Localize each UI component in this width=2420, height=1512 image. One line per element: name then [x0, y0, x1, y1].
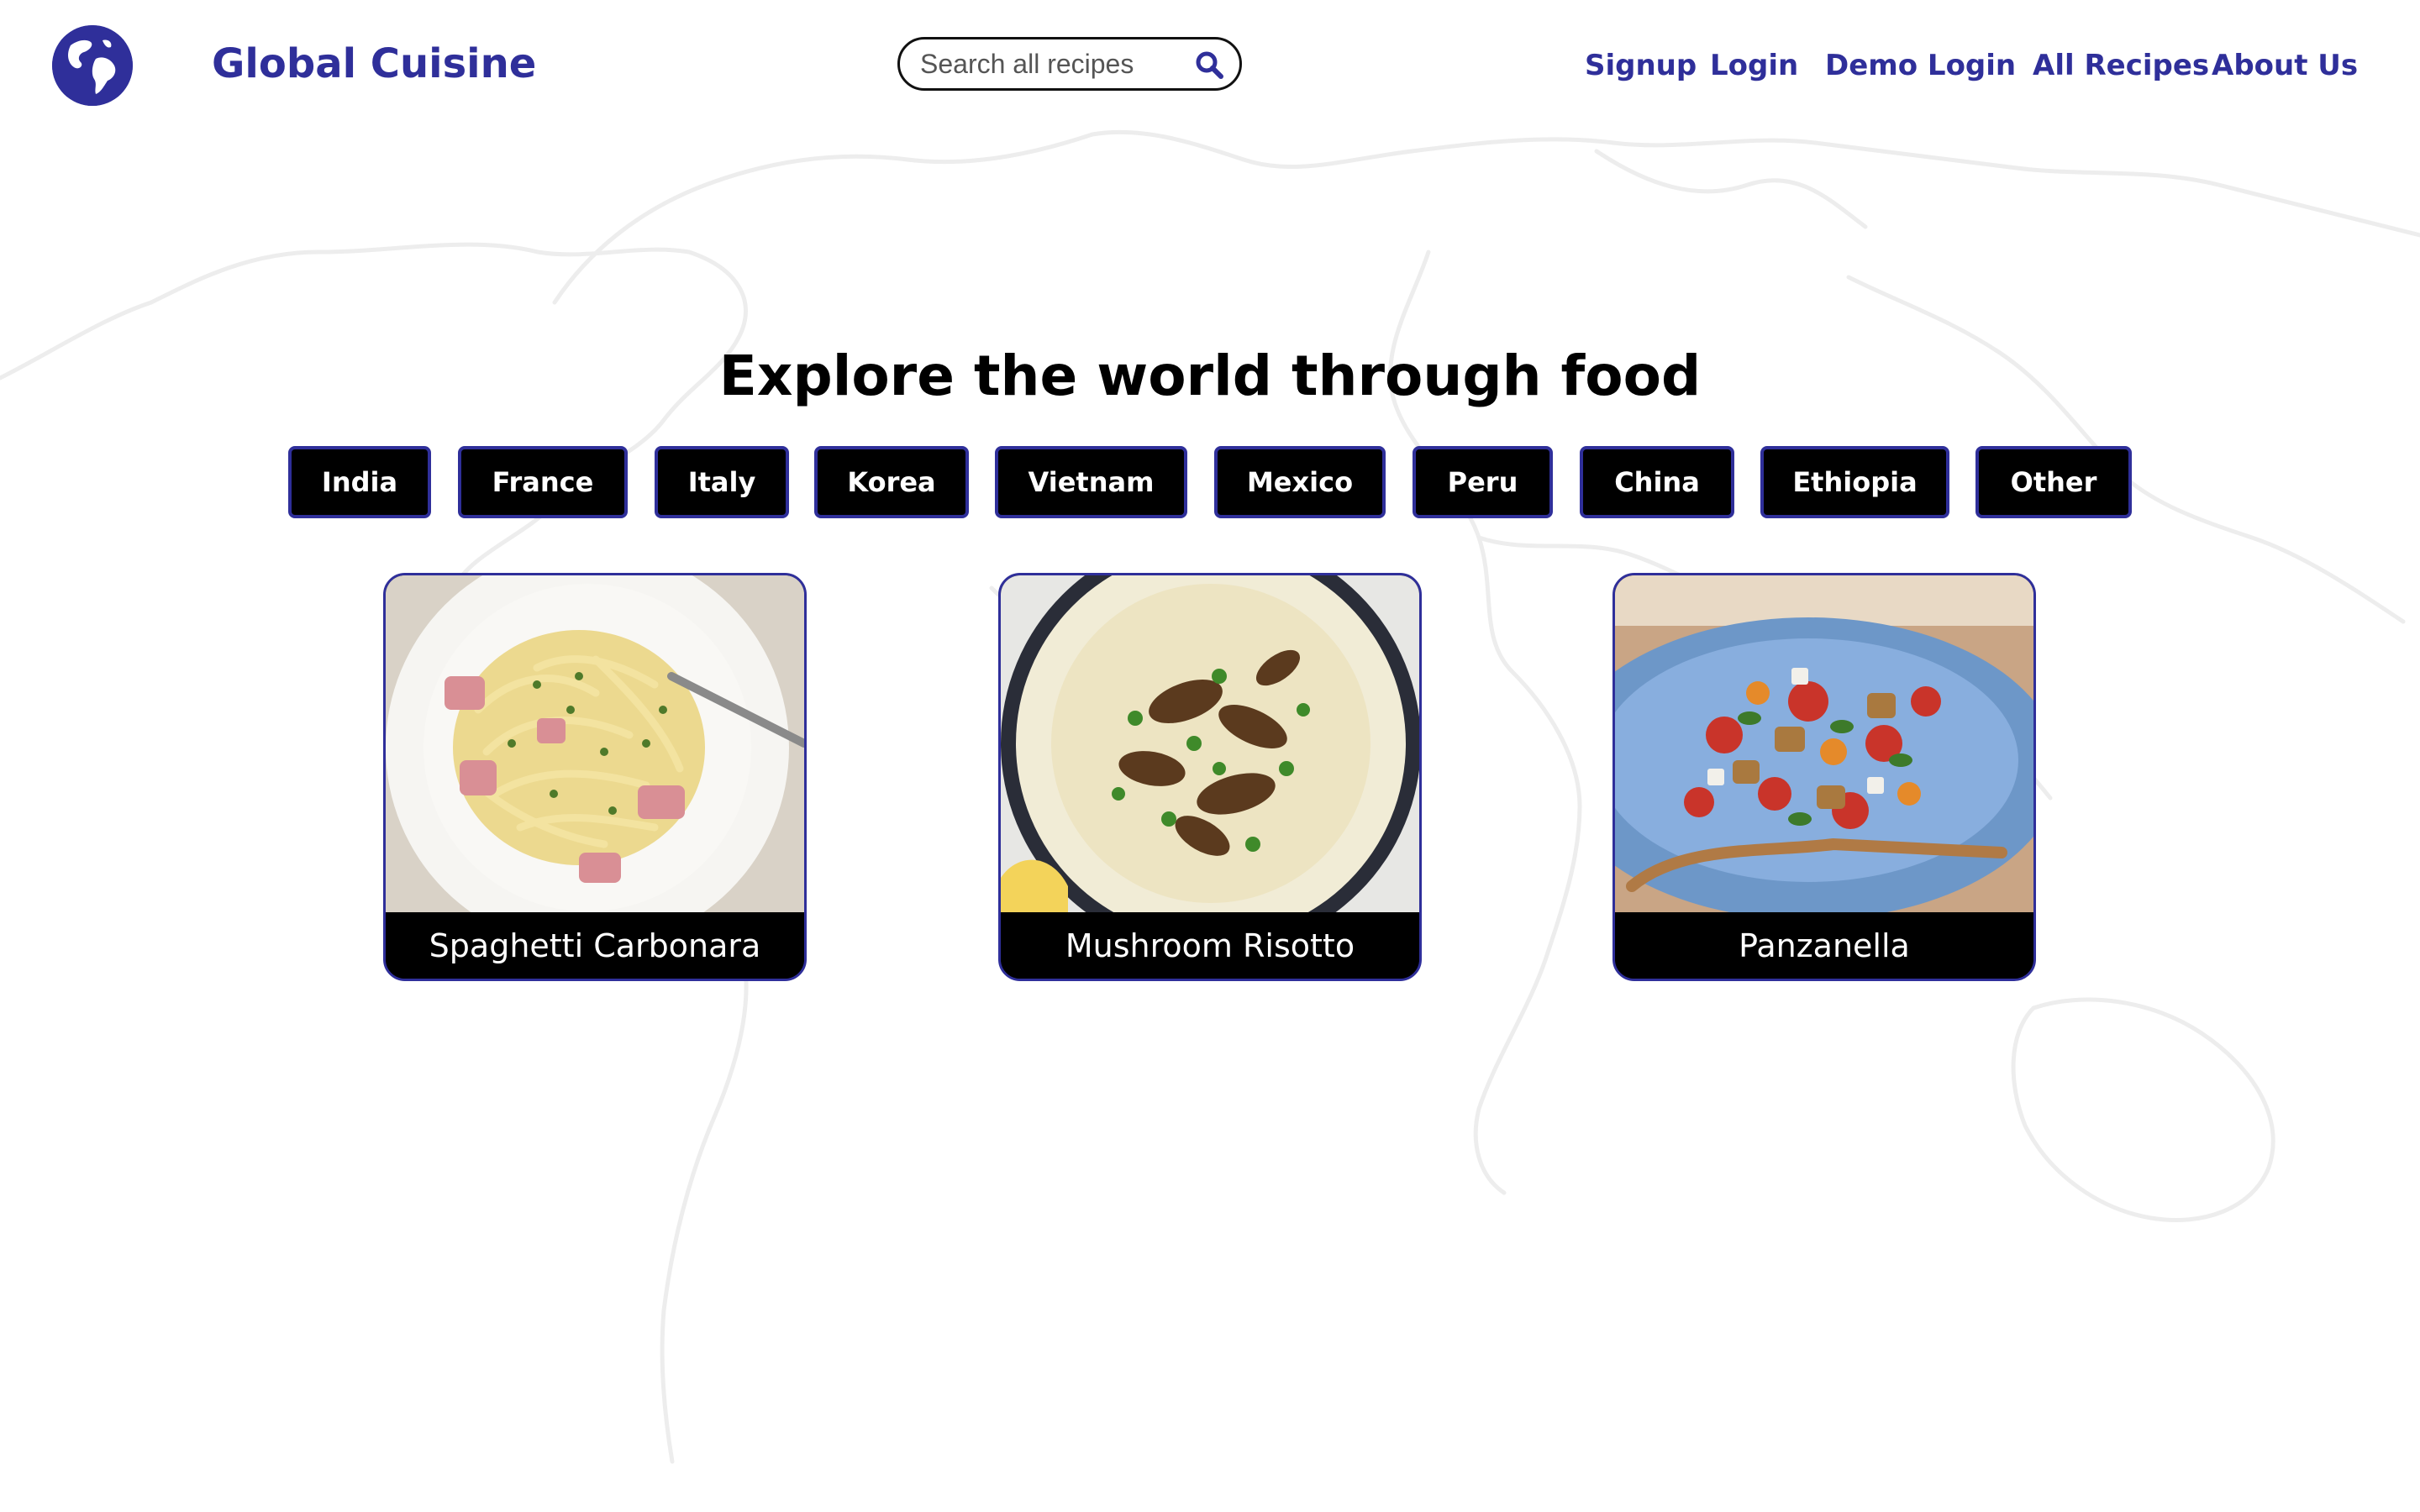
recipe-card[interactable]: Mushroom Risotto [998, 573, 1422, 981]
country-button-korea[interactable]: Korea [814, 446, 969, 518]
recipe-card[interactable]: Spaghetti Carbonara [383, 573, 807, 981]
search-input[interactable] [920, 39, 1189, 88]
recipe-photo [1001, 575, 1419, 912]
country-button-italy[interactable]: Italy [655, 446, 789, 518]
nav-all-recipes-link[interactable]: All Recipes [2033, 40, 2209, 91]
recipe-photo [386, 575, 804, 912]
recipe-title: Mushroom Risotto [1001, 912, 1419, 979]
recipe-title: Spaghetti Carbonara [386, 912, 804, 979]
country-button-india[interactable]: India [288, 446, 431, 518]
country-button-mexico[interactable]: Mexico [1214, 446, 1386, 518]
globe-logo-icon[interactable] [52, 25, 133, 106]
page-headline: Explore the world through food [718, 344, 1702, 408]
country-button-france[interactable]: France [458, 446, 628, 518]
country-button-peru[interactable]: Peru [1413, 446, 1553, 518]
recipe-card[interactable]: Panzanella [1612, 573, 2036, 981]
country-button-other[interactable]: Other [1975, 446, 2132, 518]
country-button-vietnam[interactable]: Vietnam [995, 446, 1187, 518]
nav-signup-link[interactable]: Signup [1585, 40, 1697, 91]
search-bar [897, 37, 1242, 91]
recipe-title: Panzanella [1615, 912, 2033, 979]
country-button-ethiopia[interactable]: Ethiopia [1760, 446, 1949, 518]
nav-login-link[interactable]: Login [1710, 40, 1798, 91]
site-title[interactable]: Global Cuisine [212, 37, 536, 91]
search-icon[interactable] [1194, 50, 1224, 80]
nav-about-us-link[interactable]: About Us [2212, 40, 2358, 91]
country-button-china[interactable]: China [1580, 446, 1734, 518]
recipe-photo [1615, 575, 2033, 912]
nav-demo-login-link[interactable]: Demo Login [1825, 40, 2016, 91]
